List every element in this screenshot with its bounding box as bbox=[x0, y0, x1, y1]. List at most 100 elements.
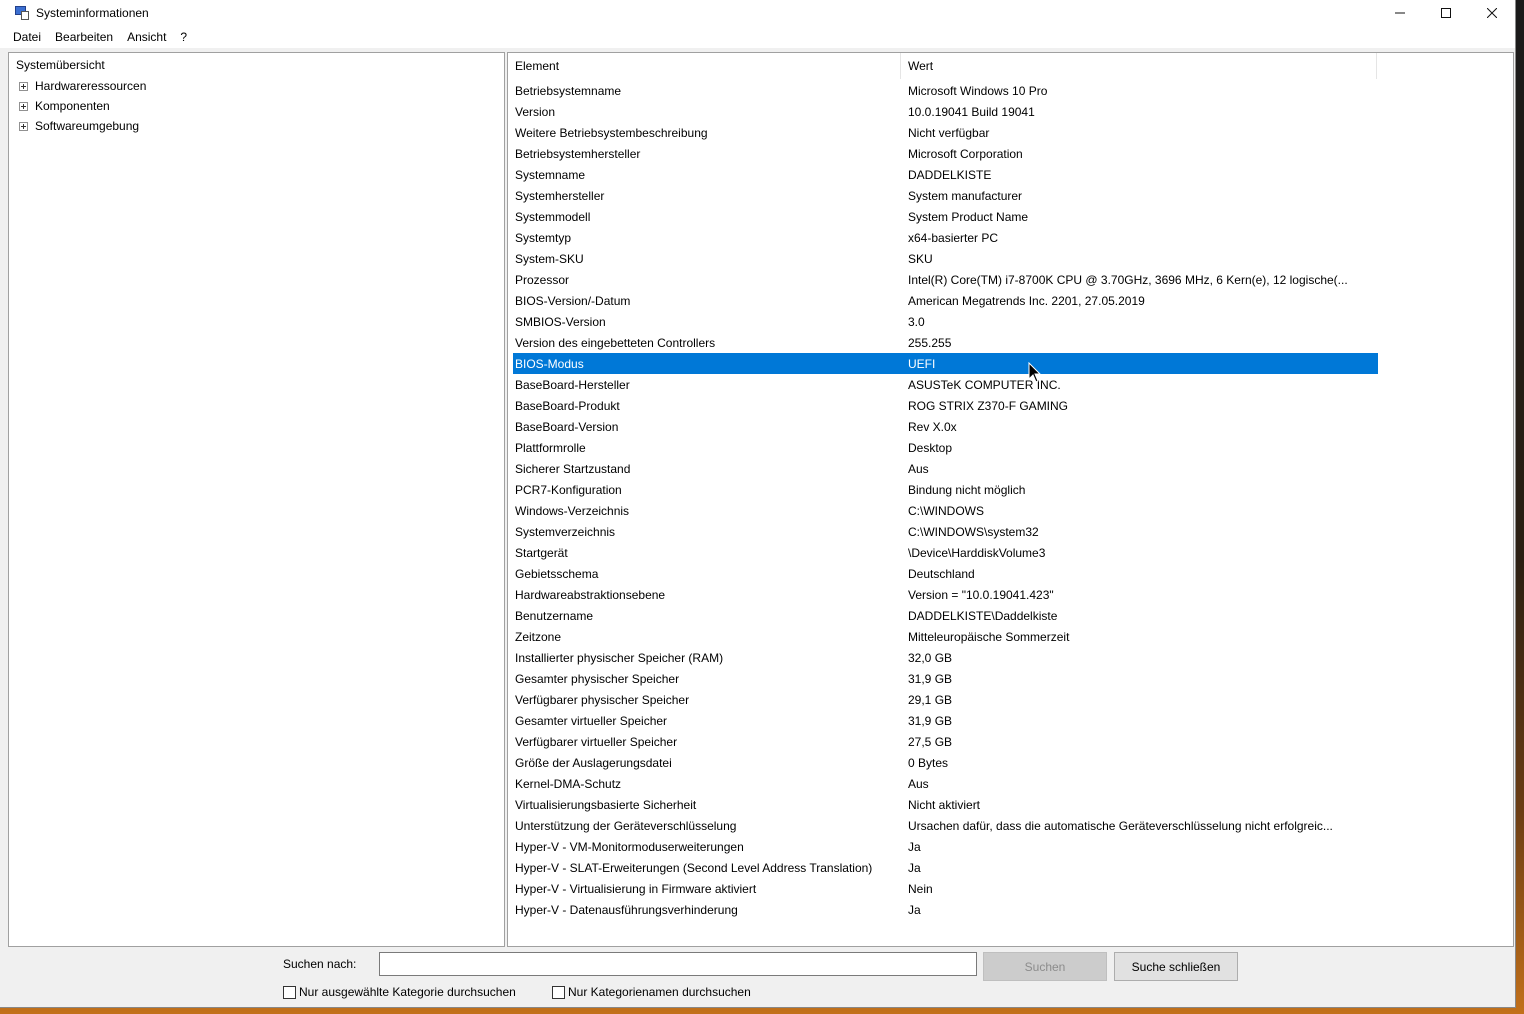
table-row[interactable]: Gebietsschema Deutschland bbox=[513, 563, 1378, 584]
minimize-icon bbox=[1395, 12, 1405, 14]
table-row[interactable]: Benutzername DADDELKISTE\Daddelkiste bbox=[513, 605, 1378, 626]
table-row[interactable]: Weitere Betriebsystembeschreibung Nicht v… bbox=[513, 122, 1378, 143]
cell-element: Unterstützung der Geräteverschlüsselung bbox=[515, 818, 737, 833]
expand-plus-icon[interactable] bbox=[19, 81, 28, 91]
cell-value: Intel(R) Core(TM) i7-8700K CPU @ 3.70GHz… bbox=[908, 272, 1348, 287]
search-selected-category-option[interactable]: Nur ausgewählte Kategorie durchsuchen bbox=[283, 985, 516, 999]
table-row[interactable]: Startgerät \Device\HarddiskVolume3 bbox=[513, 542, 1378, 563]
column-header-value[interactable]: Wert bbox=[901, 53, 1377, 79]
table-row[interactable]: SMBIOS-Version 3.0 bbox=[513, 311, 1378, 332]
menu-ansicht[interactable]: Ansicht bbox=[120, 30, 173, 44]
tree-item-systemuebersicht[interactable]: Systemübersicht bbox=[16, 58, 105, 72]
cell-value: 27,5 GB bbox=[908, 734, 953, 749]
table-row[interactable]: Verfügbarer physischer Speicher 29,1 GB bbox=[513, 689, 1378, 710]
table-row[interactable]: Virtualisierungsbasierte Sicherheit Nicht… bbox=[513, 794, 1378, 815]
cell-value: Aus bbox=[908, 776, 929, 791]
cell-element: BaseBoard-Produkt bbox=[515, 398, 620, 413]
close-search-button[interactable]: Suche schließen bbox=[1114, 952, 1238, 981]
cell-element: Sicherer Startzustand bbox=[515, 461, 631, 476]
cell-element: Systemverzeichnis bbox=[515, 524, 616, 539]
table-row[interactable]: Systemhersteller System manufacturer bbox=[513, 185, 1378, 206]
cell-value: Nicht verfügbar bbox=[908, 125, 990, 140]
checkbox[interactable] bbox=[283, 985, 296, 999]
cell-element: Version bbox=[515, 104, 556, 119]
minimize-button[interactable] bbox=[1377, 0, 1423, 26]
cell-element: Prozessor bbox=[515, 272, 570, 287]
cell-value: 0 Bytes bbox=[908, 755, 949, 770]
table-row[interactable]: Hyper-V - SLAT-Erweiterungen (Second Lev… bbox=[513, 857, 1378, 878]
table-row[interactable]: Kernel-DMA-Schutz Aus bbox=[513, 773, 1378, 794]
tree-item-hardwareressourcen[interactable]: Hardwareressourcen bbox=[19, 77, 146, 95]
table-row[interactable]: Größe der Auslagerungsdatei 0 Bytes bbox=[513, 752, 1378, 773]
cell-element: SMBIOS-Version bbox=[515, 314, 606, 329]
expand-plus-icon[interactable] bbox=[19, 121, 28, 131]
cell-element: PCR7-Konfiguration bbox=[515, 482, 622, 497]
search-category-names-option[interactable]: Nur Kategorienamen durchsuchen bbox=[552, 985, 751, 999]
cell-value: Bindung nicht möglich bbox=[908, 482, 1026, 497]
table-row[interactable]: Version 10.0.19041 Build 19041 bbox=[513, 101, 1378, 122]
details-list[interactable]: Element Wert Betriebsystemname Microsoft … bbox=[507, 52, 1514, 947]
menu-datei[interactable]: Datei bbox=[6, 30, 48, 44]
cell-value: Ja bbox=[908, 902, 921, 917]
cell-element: Plattformrolle bbox=[515, 440, 586, 455]
checkbox[interactable] bbox=[552, 985, 565, 999]
table-row[interactable]: BaseBoard-Hersteller ASUSTeK COMPUTER INC… bbox=[513, 374, 1378, 395]
table-row[interactable]: Version des eingebetteten Controllers 255… bbox=[513, 332, 1378, 353]
table-row[interactable]: BaseBoard-Version Rev X.0x bbox=[513, 416, 1378, 437]
cell-element: Hyper-V - VM-Monitormoduserweiterungen bbox=[515, 839, 744, 854]
system-information-app-icon bbox=[14, 5, 30, 21]
table-row[interactable]: Systemmodell System Product Name bbox=[513, 206, 1378, 227]
table-row[interactable]: BIOS-Modus UEFI bbox=[513, 353, 1378, 374]
cell-element: Größe der Auslagerungsdatei bbox=[515, 755, 672, 770]
table-row[interactable]: Hyper-V - Datenausführungsverhinderung Ja bbox=[513, 899, 1378, 920]
table-row[interactable]: Hardwareabstraktionsebene Version = "10.0… bbox=[513, 584, 1378, 605]
table-row[interactable]: Unterstützung der Geräteverschlüsselung U… bbox=[513, 815, 1378, 836]
cell-value: Ursachen dafür, dass die automatische Ge… bbox=[908, 818, 1333, 833]
cell-element: Systemhersteller bbox=[515, 188, 605, 203]
title-bar[interactable]: Systeminformationen bbox=[0, 0, 1515, 26]
table-row[interactable]: BaseBoard-Produkt ROG STRIX Z370-F GAMING bbox=[513, 395, 1378, 416]
cell-value: C:\WINDOWS\system32 bbox=[908, 524, 1039, 539]
cell-value: 29,1 GB bbox=[908, 692, 953, 707]
table-row[interactable]: Systemtyp x64-basierter PC bbox=[513, 227, 1378, 248]
table-row[interactable]: Gesamter physischer Speicher 31,9 GB bbox=[513, 668, 1378, 689]
table-row[interactable]: Plattformrolle Desktop bbox=[513, 437, 1378, 458]
maximize-icon bbox=[1441, 8, 1451, 18]
table-row[interactable]: BIOS-Version/-Datum American Megatrends I… bbox=[513, 290, 1378, 311]
table-row[interactable]: Verfügbarer virtueller Speicher 27,5 GB bbox=[513, 731, 1378, 752]
tree-item-komponenten[interactable]: Komponenten bbox=[19, 97, 110, 115]
menu-bearbeiten[interactable]: Bearbeiten bbox=[48, 30, 120, 44]
close-icon bbox=[1487, 8, 1497, 18]
cell-element: Kernel-DMA-Schutz bbox=[515, 776, 622, 791]
table-row[interactable]: Prozessor Intel(R) Core(TM) i7-8700K CPU … bbox=[513, 269, 1378, 290]
table-row[interactable]: Hyper-V - VM-Monitormoduserweiterungen Ja bbox=[513, 836, 1378, 857]
table-row[interactable]: Systemname DADDELKISTE bbox=[513, 164, 1378, 185]
maximize-button[interactable] bbox=[1423, 0, 1469, 26]
table-row[interactable]: PCR7-Konfiguration Bindung nicht möglich bbox=[513, 479, 1378, 500]
table-row[interactable]: Gesamter virtueller Speicher 31,9 GB bbox=[513, 710, 1378, 731]
table-row[interactable]: Windows-Verzeichnis C:\WINDOWS bbox=[513, 500, 1378, 521]
table-row[interactable]: Systemverzeichnis C:\WINDOWS\system32 bbox=[513, 521, 1378, 542]
table-row[interactable]: Sicherer Startzustand Aus bbox=[513, 458, 1378, 479]
search-input[interactable] bbox=[379, 952, 977, 976]
cell-element: BaseBoard-Version bbox=[515, 419, 619, 434]
category-tree[interactable]: Systemübersicht Hardwareressourcen Kompo… bbox=[8, 52, 505, 947]
table-row[interactable]: System-SKU SKU bbox=[513, 248, 1378, 269]
table-row[interactable]: Zeitzone Mitteleuropäische Sommerzeit bbox=[513, 626, 1378, 647]
cell-element: BIOS-Version/-Datum bbox=[515, 293, 631, 308]
menu-help[interactable]: ? bbox=[173, 30, 194, 44]
menu-bar: Datei Bearbeiten Ansicht ? bbox=[0, 26, 1515, 48]
cell-value: \Device\HarddiskVolume3 bbox=[908, 545, 1046, 560]
search-button[interactable]: Suchen bbox=[983, 952, 1107, 981]
table-row[interactable]: Installierter physischer Speicher (RAM) 3… bbox=[513, 647, 1378, 668]
cell-value: Microsoft Corporation bbox=[908, 146, 1023, 161]
expand-plus-icon[interactable] bbox=[19, 101, 28, 111]
column-header-element[interactable]: Element bbox=[508, 53, 901, 79]
cell-element: Systemtyp bbox=[515, 230, 572, 245]
table-row[interactable]: Betriebsystemname Microsoft Windows 10 Pr… bbox=[513, 80, 1378, 101]
close-button[interactable] bbox=[1469, 0, 1515, 26]
table-row[interactable]: Betriebsystemhersteller Microsoft Corpora… bbox=[513, 143, 1378, 164]
cell-value: Microsoft Windows 10 Pro bbox=[908, 83, 1048, 98]
table-row[interactable]: Hyper-V - Virtualisierung in Firmware ak… bbox=[513, 878, 1378, 899]
tree-item-softwareumgebung[interactable]: Softwareumgebung bbox=[19, 117, 139, 135]
